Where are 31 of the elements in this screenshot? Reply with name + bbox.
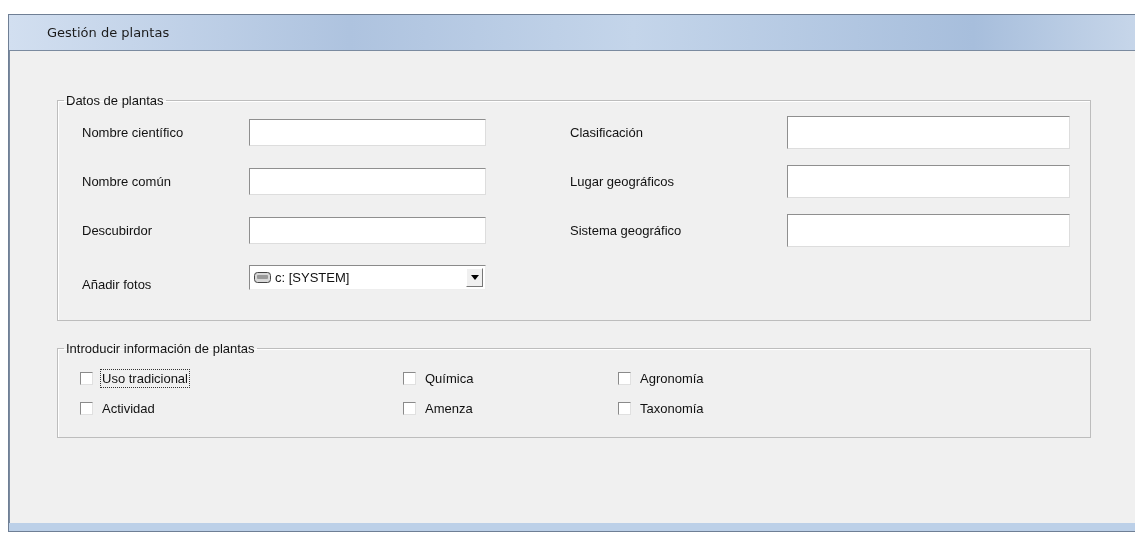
- checkbox[interactable]: [403, 372, 416, 385]
- checkbox-label: Taxonomía: [639, 400, 705, 417]
- field-label: Nombre científico: [82, 125, 185, 140]
- checkbox[interactable]: [403, 402, 416, 415]
- input-field[interactable]: [249, 168, 486, 195]
- checkbox-label: Química: [424, 370, 475, 387]
- drive-icon: [254, 272, 271, 283]
- field-label: Nombre común: [82, 174, 172, 189]
- input-field[interactable]: [249, 119, 486, 146]
- checkbox-label: Agronomía: [639, 370, 705, 387]
- input-field[interactable]: [787, 116, 1070, 149]
- checkbox-label: Amenza: [424, 400, 474, 417]
- checkbox[interactable]: [618, 402, 631, 415]
- input-field[interactable]: [787, 165, 1070, 198]
- field-label: Sistema geográfico: [570, 223, 683, 238]
- field-label: Descubirdor: [82, 223, 154, 238]
- window-title: Gestión de plantas: [47, 25, 170, 40]
- input-field[interactable]: [249, 217, 486, 244]
- checkbox-label: Uso tradicional: [101, 370, 189, 387]
- group-title: Introducir información de plantas: [65, 341, 256, 356]
- field-label: Lugar geográficos: [570, 174, 676, 189]
- field-label: Añadir fotos: [82, 277, 153, 292]
- drive-dropdown[interactable]: c: [SYSTEM]: [249, 265, 486, 290]
- field-label: Clasificación: [570, 125, 644, 140]
- checkbox[interactable]: [80, 372, 93, 385]
- caret-icon[interactable]: [466, 268, 483, 287]
- checkbox[interactable]: [618, 372, 631, 385]
- checkbox-label: Actividad: [101, 400, 156, 417]
- input-field[interactable]: [787, 214, 1070, 247]
- checkbox[interactable]: [80, 402, 93, 415]
- group-title: Datos de plantas: [65, 93, 165, 108]
